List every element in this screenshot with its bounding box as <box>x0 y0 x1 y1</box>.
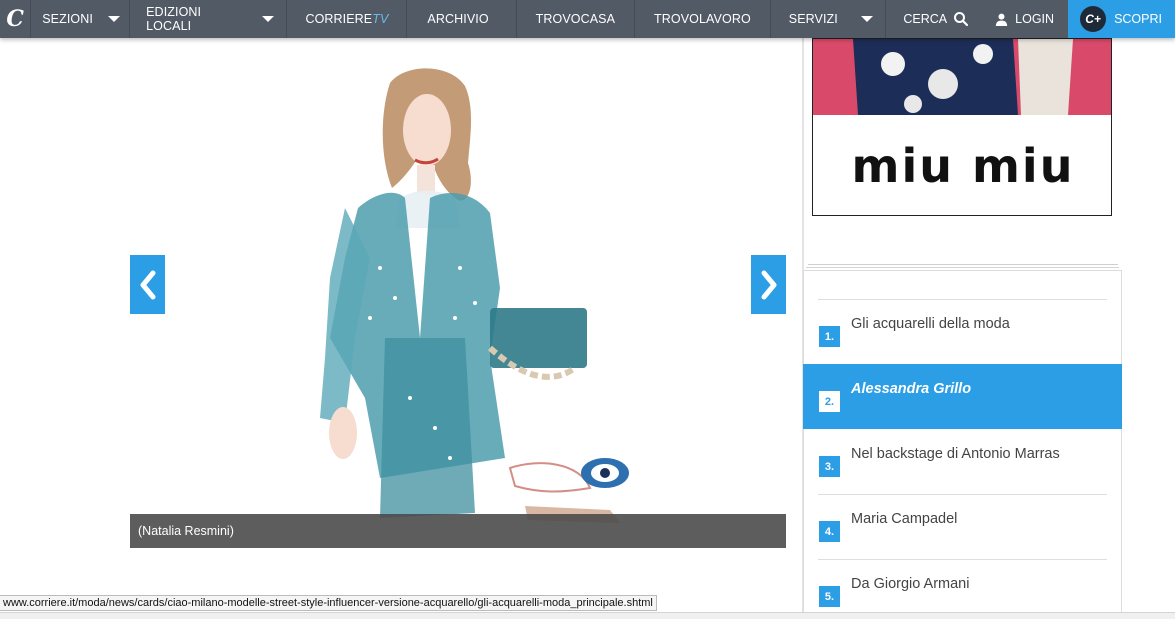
list-item-title: Alessandra Grillo <box>851 381 972 397</box>
search-button[interactable]: CERCA <box>886 0 981 38</box>
chevron-down-icon <box>860 16 873 22</box>
gallery-caption: (Natalia Resmini) <box>130 514 786 548</box>
login-label: LOGIN <box>1015 12 1055 26</box>
ad-photo <box>813 39 1111 115</box>
sezioni-dropdown-toggle[interactable] <box>99 0 131 38</box>
list-item-number: 4. <box>819 521 840 542</box>
list-item[interactable]: 5. Da Giorgio Armani <box>803 559 1122 619</box>
list-item[interactable]: 1. Gli acquarelli della moda <box>803 299 1122 364</box>
list-item-title: Da Giorgio Armani <box>851 576 970 592</box>
ad-brand-logo: miu miu <box>813 115 1111 215</box>
nav-servizi[interactable]: SERVIZI <box>771 0 848 38</box>
nav-corriere-label: CORRIERE <box>305 12 373 26</box>
nav-trovocasa[interactable]: TROVOCASA <box>517 0 636 38</box>
list-item-number: 2. <box>819 391 840 412</box>
nav-edizioni-locali[interactable]: EDIZIONI LOCALI <box>130 0 249 38</box>
search-icon <box>954 12 969 27</box>
login-button[interactable]: LOGIN <box>981 0 1068 38</box>
search-label: CERCA <box>903 12 948 26</box>
list-item-number: 3. <box>819 456 840 477</box>
list-divider <box>818 494 1107 495</box>
browser-bottom-edge <box>0 612 1175 619</box>
list-item-number: 5. <box>819 586 840 607</box>
scopri-button[interactable]: C+ SCOPRI <box>1068 0 1175 38</box>
gallery-prev-button[interactable] <box>130 255 165 314</box>
ad-brand-text: miu miu <box>851 138 1075 193</box>
nav-corriere-tv[interactable]: CORRIERE TV <box>287 0 408 38</box>
nav-edizioni-label: EDIZIONI LOCALI <box>146 5 202 33</box>
ad-photo-art <box>813 39 1111 115</box>
nav-servizi-label: SERVIZI <box>788 12 838 26</box>
list-item-number: 1. <box>819 326 840 347</box>
nav-trovolavoro-label: TROVOLAVORO <box>654 12 751 26</box>
top-navigation: C SEZIONI EDIZIONI LOCALI CORRIERE TV ARC… <box>0 0 1175 38</box>
corriere-plus-icon: C+ <box>1080 6 1107 32</box>
list-item-title: Maria Campadel <box>851 511 958 527</box>
nav-sezioni-label: SEZIONI <box>42 12 93 26</box>
chevron-down-icon <box>261 16 274 22</box>
nav-archivio[interactable]: ARCHIVIO <box>407 0 517 38</box>
servizi-dropdown-toggle[interactable] <box>848 0 887 38</box>
scopri-label: SCOPRI <box>1114 12 1162 26</box>
chevron-right-icon <box>761 270 776 299</box>
watercolor-illustration <box>320 68 629 523</box>
gallery-image <box>130 38 786 548</box>
list-item[interactable]: 4. Maria Campadel <box>803 494 1122 559</box>
list-item[interactable]: 3. Nel backstage di Antonio Marras <box>803 429 1122 494</box>
list-divider <box>818 299 1107 300</box>
list-divider <box>818 559 1107 560</box>
corriere-logo[interactable]: C <box>0 0 32 38</box>
list-item-title: Gli acquarelli della moda <box>851 316 1010 332</box>
nav-sezioni[interactable]: SEZIONI <box>31 0 99 38</box>
user-icon <box>995 13 1008 26</box>
nav-archivio-label: ARCHIVIO <box>427 12 489 26</box>
chevron-down-icon <box>108 16 121 22</box>
advertisement[interactable]: miu miu <box>812 38 1112 216</box>
list-item-active[interactable]: 2. Alessandra Grillo <box>803 364 1122 429</box>
list-item-title: Nel backstage di Antonio Marras <box>851 446 1060 462</box>
gallery-next-button[interactable] <box>751 255 786 314</box>
edizioni-dropdown-toggle[interactable] <box>249 0 288 38</box>
nav-trovocasa-label: TROVOCASA <box>535 12 616 26</box>
link-status-bar: www.corriere.it/moda/news/cards/ciao-mil… <box>0 595 657 611</box>
nav-trovolavoro[interactable]: TROVOLAVORO <box>635 0 771 38</box>
nav-tv-label: TV <box>372 12 389 26</box>
chevron-left-icon <box>140 270 155 299</box>
